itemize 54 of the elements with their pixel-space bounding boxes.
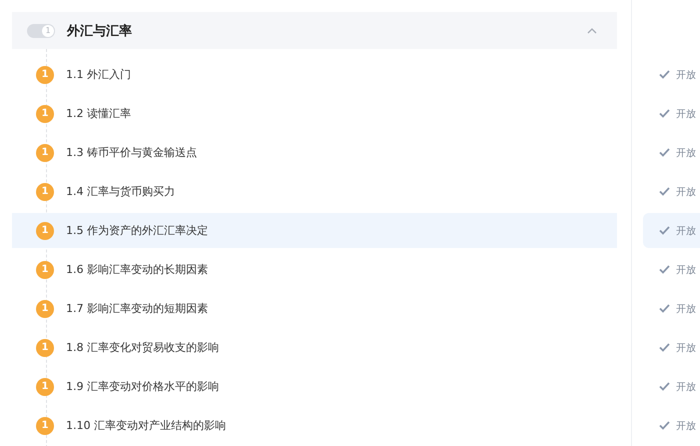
status-text: 开放 [676,302,696,316]
status-text: 开放 [676,68,696,82]
section-badge: 1 [36,378,54,396]
section-title: 1.2 读懂汇率 [66,106,131,121]
check-icon [659,265,670,274]
section-item[interactable]: 1 1.3 铸币平价与黄金输送点 [12,135,617,170]
section-item[interactable]: 1 1.4 汇率与货币购买力 [12,174,617,209]
chapter-title: 外汇与汇率 [67,22,133,40]
section-item[interactable]: 1 1.1 外汇入门 [12,57,617,92]
section-title: 1.5 作为资产的外汇汇率决定 [66,223,208,238]
section-title: 1.7 影响汇率变动的短期因素 [66,301,208,316]
section-item[interactable]: 1 1.10 汇率变动对产业结构的影响 [12,408,617,443]
section-badge: 1 [36,338,54,356]
section-item[interactable]: 1 1.5 作为资产的外汇汇率决定 [12,213,617,248]
section-badge: 1 [36,104,54,122]
check-icon [659,70,670,79]
check-icon [659,187,670,196]
section-title: 1.9 汇率变动对价格水平的影响 [66,379,219,394]
section-title: 1.8 汇率变化对贸易收支的影响 [66,340,219,355]
section-title: 1.1 外汇入门 [66,67,131,82]
chevron-up-icon[interactable] [587,28,597,34]
section-badge: 1 [36,300,54,318]
section-badge: 1 [36,182,54,200]
check-icon [659,343,670,352]
chapter-count: 1 [42,24,54,36]
section-badge: 1 [36,416,54,434]
check-icon [659,382,670,391]
status-text: 开放 [676,264,696,276]
check-icon [659,148,670,157]
status-text: 开放 [676,420,696,432]
section-title: 1.3 铸币平价与黄金输送点 [66,145,197,160]
section-badge: 1 [36,222,54,240]
section-badge: 1 [36,66,54,84]
check-icon [659,421,670,430]
status-text: 开放 [676,108,696,120]
section-badge: 1 [36,260,54,278]
section-title: 1.4 汇率与货币购买力 [66,184,175,199]
section-title: 1.6 影响汇率变动的长期因素 [66,262,208,277]
section-item[interactable]: 1 1.8 汇率变化对贸易收支的影响 [12,330,617,365]
chapter-header[interactable]: 1 外汇与汇率 [12,12,617,49]
status-text: 开放 [676,380,696,394]
section-badge: 1 [36,144,54,162]
status-text: 开放 [676,186,696,198]
check-icon [659,109,670,118]
check-icon [659,226,670,235]
section-title: 1.10 汇率变动对产业结构的影响 [66,418,226,433]
status-text: 开放 [676,224,696,238]
section-item[interactable]: 1 1.9 汇率变动对价格水平的影响 [12,369,617,404]
section-item[interactable]: 1 1.6 影响汇率变动的长期因素 [12,252,617,287]
status-text: 开放 [676,342,696,354]
check-icon [659,304,670,313]
status-text: 开放 [676,146,696,160]
section-item[interactable]: 1 1.7 影响汇率变动的短期因素 [12,291,617,326]
section-item[interactable]: 1 1.2 读懂汇率 [12,96,617,131]
